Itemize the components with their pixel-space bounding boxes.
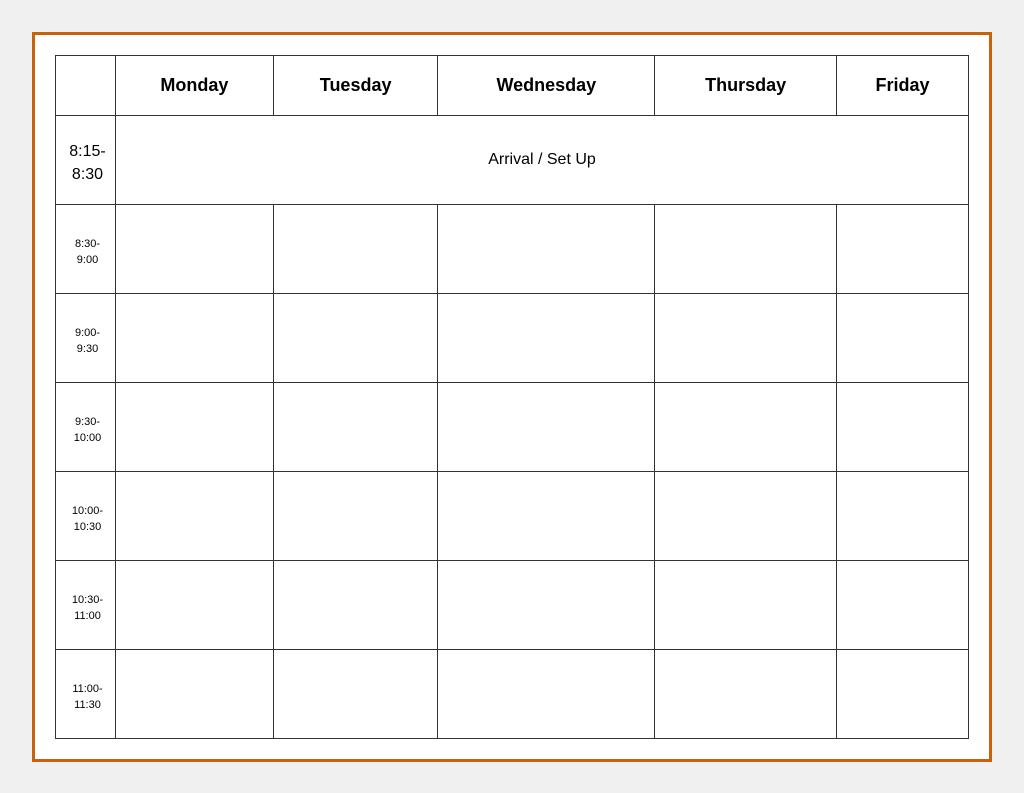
time-slot-4: 10:00- 10:30 bbox=[56, 471, 116, 560]
cell-tue-4 bbox=[273, 471, 438, 560]
cell-thu-1 bbox=[655, 204, 837, 293]
cell-wed-4 bbox=[438, 471, 655, 560]
table-row: 10:00- 10:30 bbox=[56, 471, 969, 560]
cell-fri-6 bbox=[837, 649, 969, 738]
cell-tue-6 bbox=[273, 649, 438, 738]
table-row: 8:30- 9:00 bbox=[56, 204, 969, 293]
friday-header: Friday bbox=[837, 55, 969, 115]
cell-wed-6 bbox=[438, 649, 655, 738]
table-row: 10:30- 11:00 bbox=[56, 560, 969, 649]
cell-wed-2 bbox=[438, 293, 655, 382]
cell-tue-3 bbox=[273, 382, 438, 471]
time-slot-5: 10:30- 11:00 bbox=[56, 560, 116, 649]
cell-thu-4 bbox=[655, 471, 837, 560]
cell-fri-2 bbox=[837, 293, 969, 382]
arrival-label: Arrival / Set Up bbox=[116, 115, 969, 204]
time-header bbox=[56, 55, 116, 115]
wednesday-header: Wednesday bbox=[438, 55, 655, 115]
cell-tue-1 bbox=[273, 204, 438, 293]
monday-header: Monday bbox=[116, 55, 274, 115]
arrival-time: 8:15- 8:30 bbox=[56, 115, 116, 204]
page-container: Monday Tuesday Wednesday Thursday Friday… bbox=[32, 32, 992, 762]
cell-mon-6 bbox=[116, 649, 274, 738]
table-row: 9:00- 9:30 bbox=[56, 293, 969, 382]
time-slot-1: 8:30- 9:00 bbox=[56, 204, 116, 293]
table-row: 9:30- 10:00 bbox=[56, 382, 969, 471]
cell-mon-3 bbox=[116, 382, 274, 471]
cell-thu-6 bbox=[655, 649, 837, 738]
header-row: Monday Tuesday Wednesday Thursday Friday bbox=[56, 55, 969, 115]
cell-tue-5 bbox=[273, 560, 438, 649]
thursday-header: Thursday bbox=[655, 55, 837, 115]
cell-fri-1 bbox=[837, 204, 969, 293]
time-slot-2: 9:00- 9:30 bbox=[56, 293, 116, 382]
cell-mon-4 bbox=[116, 471, 274, 560]
cell-thu-2 bbox=[655, 293, 837, 382]
tuesday-header: Tuesday bbox=[273, 55, 438, 115]
time-slot-6: 11:00- 11:30 bbox=[56, 649, 116, 738]
cell-tue-2 bbox=[273, 293, 438, 382]
time-slot-3: 9:30- 10:00 bbox=[56, 382, 116, 471]
cell-fri-5 bbox=[837, 560, 969, 649]
cell-thu-3 bbox=[655, 382, 837, 471]
cell-mon-2 bbox=[116, 293, 274, 382]
cell-fri-4 bbox=[837, 471, 969, 560]
cell-wed-5 bbox=[438, 560, 655, 649]
cell-wed-3 bbox=[438, 382, 655, 471]
cell-fri-3 bbox=[837, 382, 969, 471]
cell-thu-5 bbox=[655, 560, 837, 649]
table-row: 11:00- 11:30 bbox=[56, 649, 969, 738]
schedule-table: Monday Tuesday Wednesday Thursday Friday… bbox=[55, 55, 969, 739]
cell-mon-1 bbox=[116, 204, 274, 293]
arrival-row: 8:15- 8:30 Arrival / Set Up bbox=[56, 115, 969, 204]
cell-mon-5 bbox=[116, 560, 274, 649]
cell-wed-1 bbox=[438, 204, 655, 293]
